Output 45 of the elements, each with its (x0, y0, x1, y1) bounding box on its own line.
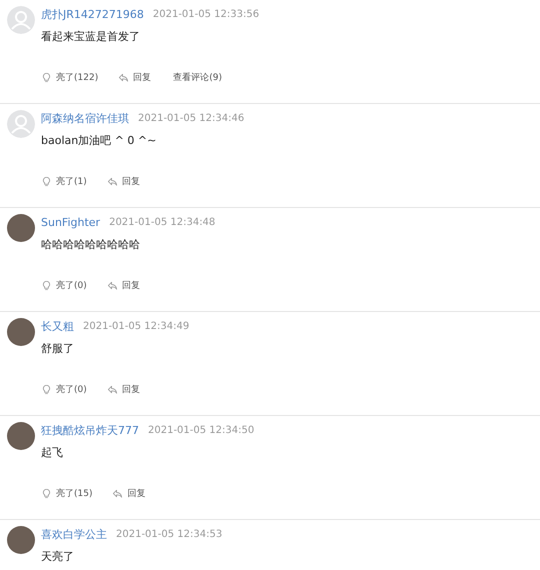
username-link[interactable]: 狂拽酷炫吊炸天777 (41, 422, 139, 438)
reply-button[interactable]: 回复 (112, 486, 146, 500)
comment-text: 看起来宝蓝是首发了 (41, 30, 141, 44)
reply-button[interactable]: 回复 (118, 70, 152, 84)
like-button[interactable]: 亮了(0) (41, 382, 87, 396)
comment-timestamp: 2021-01-05 12:34:48 (109, 216, 216, 228)
avatar-photo-placeholder (7, 214, 35, 242)
lightbulb-icon (41, 280, 52, 290)
comment-timestamp: 2021-01-05 12:34:53 (116, 528, 222, 540)
avatar-photo-placeholder (7, 422, 35, 450)
reply-button[interactable]: 回复 (106, 174, 140, 188)
reply-button[interactable]: 回复 (106, 382, 140, 396)
comment-timestamp: 2021-01-05 12:34:46 (138, 112, 244, 124)
comment-text: baolan加油吧 ^ 0 ^~ (41, 134, 158, 148)
default-avatar-icon (7, 6, 35, 34)
reply-arrow-icon (106, 384, 118, 394)
comment-text: 舒服了 (41, 342, 75, 356)
comment-timestamp: 2021-01-05 12:34:49 (83, 320, 190, 332)
username-link[interactable]: SunFighter (41, 216, 100, 228)
username-link[interactable]: 虎扑JR1427271968 (41, 6, 144, 22)
comment-timestamp: 2021-01-05 12:33:56 (152, 8, 260, 20)
username-link[interactable]: 阿森纳名宿许佳琪 (41, 110, 129, 126)
like-button[interactable]: 亮了(1) (41, 174, 87, 188)
username-link[interactable]: 喜欢白学公主 (41, 526, 107, 542)
lightbulb-icon (41, 72, 52, 82)
like-button[interactable]: 亮了(15) (41, 486, 92, 500)
view-replies-link[interactable]: 查看评论(9) (173, 70, 222, 84)
username-link[interactable]: 长又粗 (41, 318, 74, 334)
like-button[interactable]: 亮了(0) (41, 278, 87, 292)
avatar-photo-placeholder (7, 318, 35, 346)
comment-text: 天亮了 (41, 550, 75, 564)
reply-arrow-icon (118, 72, 130, 82)
default-avatar-icon (7, 110, 35, 138)
comment-text: 哈哈哈哈哈哈哈哈哈 (41, 238, 141, 252)
comment-text: 起飞 (41, 446, 64, 460)
reply-arrow-icon (106, 280, 118, 290)
lightbulb-icon (41, 384, 52, 394)
lightbulb-icon (41, 488, 52, 498)
lightbulb-icon (41, 176, 52, 186)
reply-button[interactable]: 回复 (106, 278, 140, 292)
reply-arrow-icon (106, 176, 118, 186)
like-button[interactable]: 亮了(122) (41, 70, 98, 84)
reply-arrow-icon (112, 488, 124, 498)
comment-timestamp: 2021-01-05 12:34:50 (148, 424, 254, 436)
avatar-photo-placeholder (7, 526, 35, 554)
